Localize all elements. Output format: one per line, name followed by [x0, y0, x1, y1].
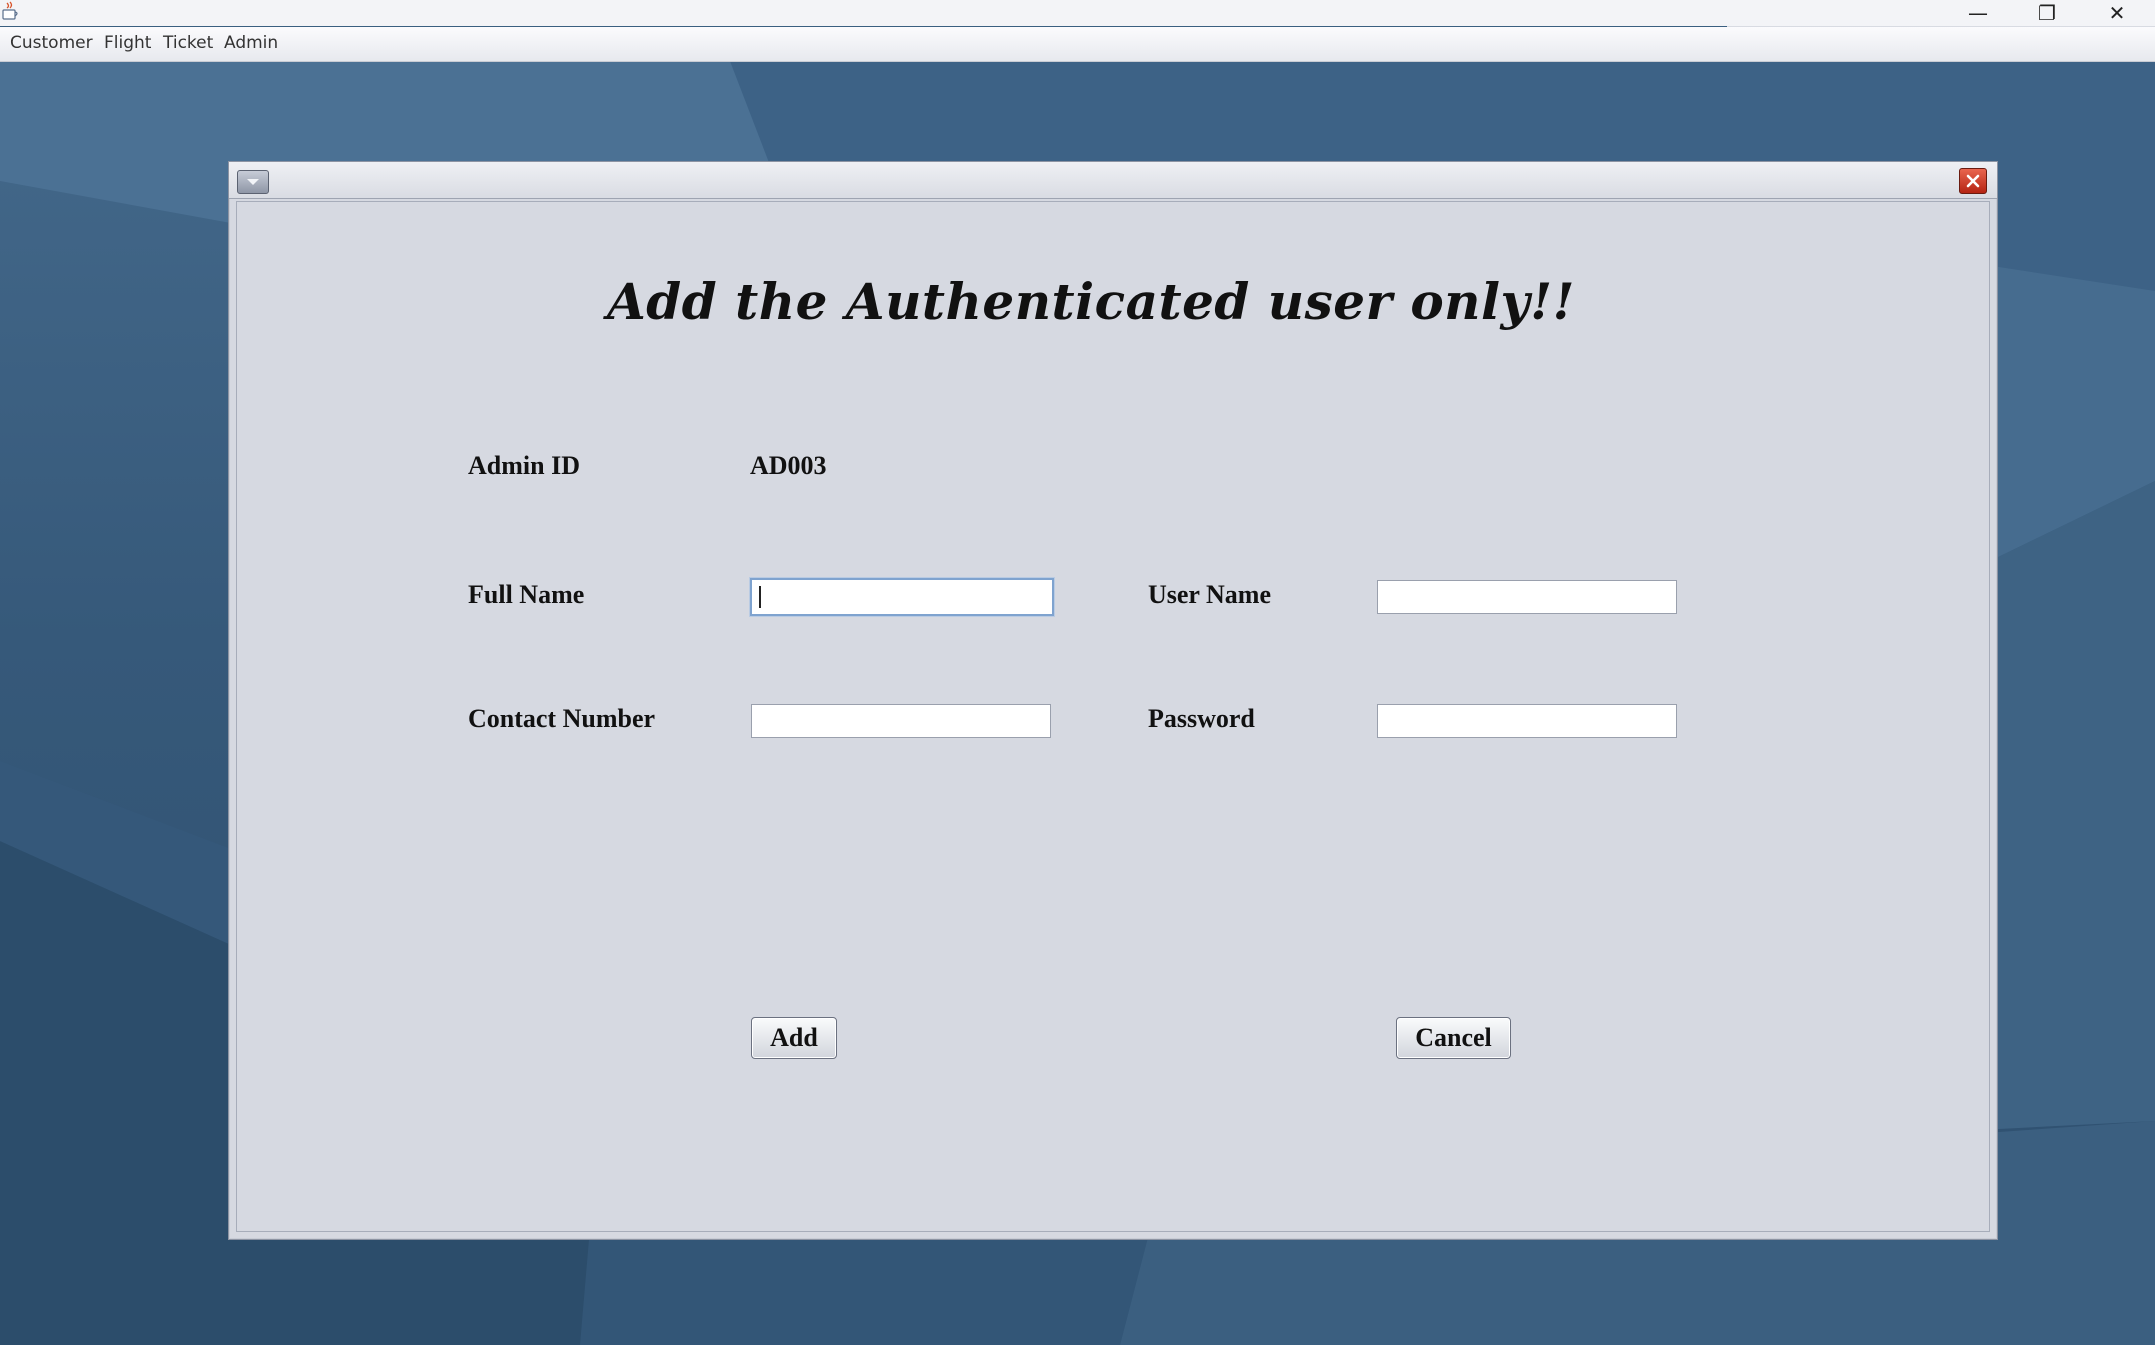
contact-number-field[interactable] — [751, 704, 1051, 738]
restore-icon: ❐ — [2038, 1, 2056, 25]
text-caret — [759, 586, 761, 608]
menu-flight[interactable]: Flight — [104, 33, 151, 53]
frame-close-button[interactable] — [1959, 168, 1987, 194]
full-name-field[interactable] — [750, 578, 1054, 616]
internal-frame-titlebar[interactable] — [229, 162, 1997, 199]
contact-number-label: Contact Number — [468, 704, 656, 733]
user-name-label: User Name — [1148, 580, 1271, 609]
contact-number-input[interactable] — [752, 705, 1050, 737]
user-name-field[interactable] — [1377, 580, 1677, 614]
window-titlebar: — ❐ ✕ — [0, 0, 2155, 26]
system-menu-button[interactable] — [237, 170, 269, 194]
cancel-button[interactable]: Cancel — [1396, 1017, 1511, 1059]
add-admin-internal-frame: Add the Authenticated user only!! Admin … — [228, 161, 1998, 1240]
minimize-icon: — — [1968, 1, 1988, 25]
minimize-button[interactable]: — — [1944, 0, 2012, 26]
chevron-down-icon — [247, 179, 259, 185]
user-name-input[interactable] — [1378, 581, 1676, 613]
menu-admin[interactable]: Admin — [224, 33, 278, 53]
page-title: Add the Authenticated user only!! — [607, 272, 1575, 331]
admin-id-label: Admin ID — [468, 451, 580, 480]
menu-ticket[interactable]: Ticket — [163, 33, 213, 53]
admin-id-value: AD003 — [750, 451, 827, 480]
window-close-button[interactable]: ✕ — [2083, 0, 2151, 26]
close-icon — [1966, 174, 1980, 188]
menubar: Customer Flight Ticket Admin — [0, 27, 2155, 62]
full-name-label: Full Name — [468, 580, 585, 609]
password-input[interactable] — [1378, 705, 1676, 737]
password-label: Password — [1148, 704, 1255, 733]
close-icon: ✕ — [2108, 1, 2126, 25]
add-button[interactable]: Add — [751, 1017, 837, 1059]
java-coffee-icon[interactable] — [2, 1, 20, 21]
restore-button[interactable]: ❐ — [2013, 0, 2081, 26]
password-field[interactable] — [1377, 704, 1677, 738]
full-name-input[interactable] — [752, 580, 1052, 614]
add-admin-form: Add the Authenticated user only!! Admin … — [236, 201, 1990, 1232]
menu-customer[interactable]: Customer — [10, 33, 93, 53]
